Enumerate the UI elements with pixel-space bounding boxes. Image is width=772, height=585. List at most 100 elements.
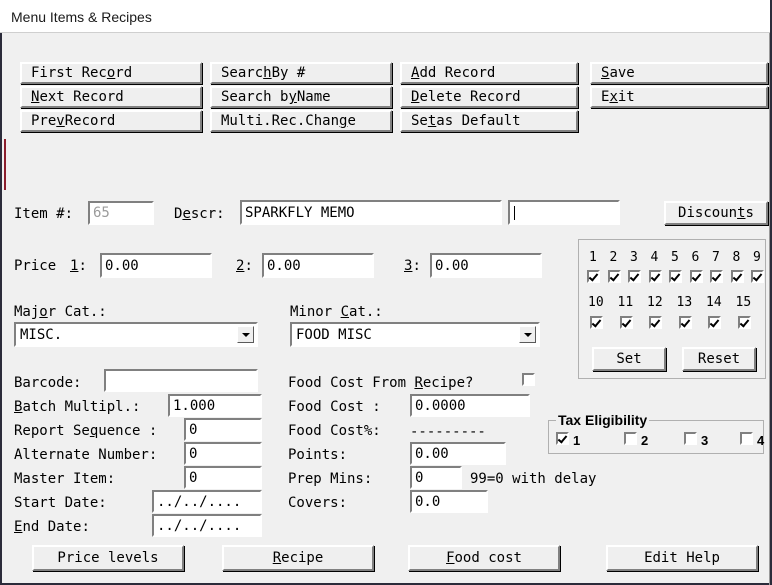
discount-number-2: 2 — [609, 250, 618, 265]
discount-reset-button[interactable]: Reset — [682, 347, 756, 371]
barcode-input[interactable] — [104, 369, 258, 392]
descr-input[interactable]: SPARKFLY MEMO — [240, 200, 502, 225]
master-item-label: Master Item: — [14, 471, 116, 487]
price-1-label: 1: — [70, 258, 87, 274]
covers-input[interactable]: 0.0 — [410, 490, 488, 513]
toolbar-button-search-by-name[interactable]: Search by Name — [210, 86, 392, 108]
discount-number-12: 12 — [647, 295, 663, 310]
tax-eligibility-checkbox-3[interactable] — [684, 432, 697, 445]
discount-number-13: 13 — [676, 295, 693, 310]
discount-checkbox-14[interactable] — [708, 316, 721, 329]
tax-eligibility-checkbox-1[interactable] — [556, 432, 569, 445]
tax-eligibility-label-1: 1 — [573, 433, 581, 448]
discount-checkbox-5[interactable] — [669, 270, 682, 283]
toolbar-button-prev-record[interactable]: Pre v Record — [20, 110, 202, 132]
food-cost-label: Food Cost : — [288, 399, 381, 415]
batch-multiplier-label: Batch Multipl.: — [14, 399, 141, 415]
barcode-label: Barcode: — [14, 375, 82, 391]
toolbar-button-set-as-default[interactable]: Se t as Default — [400, 110, 578, 132]
text-caret — [514, 205, 515, 220]
discount-checkbox-3[interactable] — [628, 270, 641, 283]
major-category-label: Major Cat.: — [14, 304, 107, 320]
end-date-label: End Date: — [14, 519, 90, 535]
master-item-input[interactable]: 0 — [184, 466, 262, 489]
tax-eligibility-checkbox-2[interactable] — [624, 432, 637, 445]
discount-number-9: 9 — [753, 250, 761, 265]
prep-mins-label: Prep Mins: — [288, 471, 373, 487]
major-category-select[interactable]: MISC. — [14, 322, 258, 347]
item-number-label: Item #: — [14, 206, 74, 222]
discount-checkbox-9[interactable] — [751, 270, 764, 283]
minor-category-label: Minor Cat.: — [290, 304, 383, 320]
prep-mins-hint: 99=0 with delay — [470, 471, 597, 487]
discount-number-5: 5 — [671, 250, 679, 265]
start-date-label: Start Date: — [14, 495, 107, 511]
minor-category-value: FOOD MISC — [296, 326, 372, 343]
chevron-down-icon[interactable] — [237, 326, 254, 343]
batch-multiplier-input[interactable]: 1.000 — [168, 394, 262, 417]
window-frame-left — [0, 33, 2, 585]
toolbar-button-search-by[interactable]: Searc h By # — [210, 62, 392, 84]
discount-checkbox-4[interactable] — [648, 270, 662, 283]
discount-number-7: 7 — [712, 250, 720, 265]
price-2-label: 2: — [236, 258, 253, 274]
discount-number-8: 8 — [732, 250, 741, 265]
prep-mins-input[interactable]: 0 — [410, 466, 462, 489]
bottom-button-food-cost[interactable]: Food cost — [408, 545, 560, 571]
discount-number-6: 6 — [691, 250, 700, 265]
end-date-input[interactable]: ../../.... — [152, 514, 262, 537]
bottom-button-edit-help[interactable]: Edit Help — [606, 545, 758, 571]
descr-label: Descr: — [174, 206, 225, 222]
window-title: Menu Items & Recipes — [11, 9, 152, 25]
discount-checkbox-6[interactable] — [689, 270, 703, 283]
discount-checkbox-10[interactable] — [590, 316, 603, 329]
discount-checkbox-1[interactable] — [587, 270, 600, 283]
discount-set-button[interactable]: Set — [592, 347, 666, 371]
toolbar-button-exit[interactable]: Ex it — [590, 86, 768, 108]
chevron-down-icon[interactable] — [519, 326, 536, 343]
toolbar-button-first-record[interactable]: First Rec o rd — [20, 62, 202, 84]
food-cost-from-recipe-checkbox[interactable] — [522, 373, 535, 386]
discount-checkbox-13[interactable] — [678, 316, 692, 329]
discount-number-10: 10 — [588, 295, 604, 310]
minor-category-select[interactable]: FOOD MISC — [290, 322, 540, 347]
toolbar-button-delete-record[interactable]: Delete Record — [400, 86, 578, 108]
discounts-button[interactable]: Discoun t s — [664, 201, 768, 225]
report-sequence-input[interactable]: 0 — [184, 418, 262, 441]
discount-checkbox-11[interactable] — [619, 316, 633, 329]
discount-checkbox-15[interactable] — [737, 316, 751, 329]
toolbar-button-multi-rec-change[interactable]: Multi.Rec.Chan g e — [210, 110, 392, 132]
alternate-number-label: Alternate Number: — [14, 447, 158, 463]
descr-secondary-input[interactable] — [508, 200, 620, 225]
tax-eligibility-checkbox-4[interactable] — [740, 432, 753, 445]
price-1-input[interactable]: 0.00 — [100, 253, 212, 278]
price-label: Price — [14, 258, 57, 274]
bottom-button-price-levels[interactable]: Price levels — [32, 545, 184, 571]
covers-label: Covers: — [288, 495, 348, 511]
report-sequence-label: Report Sequence : — [14, 423, 158, 439]
discount-checkbox-8[interactable] — [730, 270, 744, 283]
left-edge-accent-mark — [4, 139, 6, 190]
food-cost-from-recipe-label: Food Cost From Recipe? — [288, 375, 474, 391]
discount-checkbox-7[interactable] — [710, 270, 723, 283]
toolbar-button-save[interactable]: Save — [590, 62, 768, 84]
bottom-button-recipe[interactable]: Recipe — [222, 545, 374, 571]
food-cost-input[interactable]: 0.0000 — [410, 394, 530, 417]
alternate-number-input[interactable]: 0 — [184, 442, 262, 465]
price-3-label: 3: — [404, 258, 421, 274]
tax-eligibility-label-3: 3 — [701, 433, 709, 448]
discount-number-1: 1 — [589, 250, 597, 265]
discount-checkbox-12[interactable] — [649, 316, 662, 329]
toolbar-button-add-record[interactable]: Add Record — [400, 62, 578, 84]
start-date-input[interactable]: ../../.... — [152, 490, 262, 513]
discount-number-14: 14 — [706, 295, 722, 310]
toolbar-button-next-record[interactable]: Next Record — [20, 86, 202, 108]
food-cost-percent-value: --------- — [410, 424, 486, 440]
window-frame-inner-right — [769, 33, 770, 585]
item-number-input[interactable]: 65 — [88, 201, 154, 225]
discount-checkbox-2[interactable] — [607, 270, 621, 283]
price-2-input[interactable]: 0.00 — [262, 253, 374, 278]
points-input[interactable]: 0.00 — [410, 442, 506, 465]
discount-number-11: 11 — [617, 295, 634, 310]
price-3-input[interactable]: 0.00 — [430, 253, 542, 278]
